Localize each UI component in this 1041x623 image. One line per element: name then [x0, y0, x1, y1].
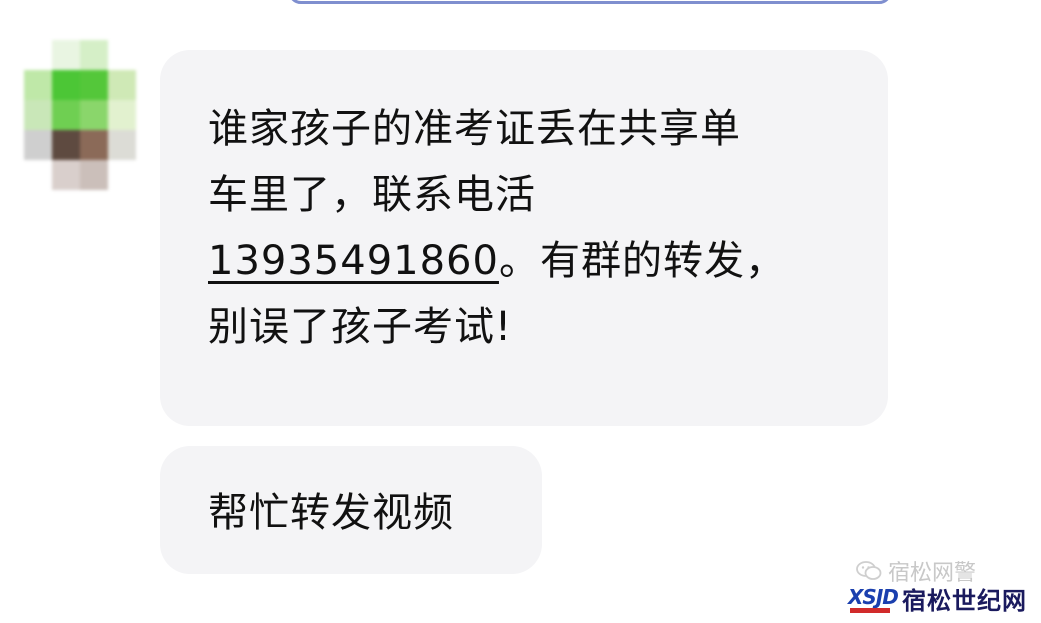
message-line-rest: 。有群的转发， — [498, 238, 786, 284]
avatar-pixel — [80, 40, 108, 70]
avatar-pixel — [52, 130, 80, 160]
wechat-icon — [856, 561, 882, 580]
message-line: 车里了，联系电活 — [208, 172, 536, 218]
avatar-pixel — [80, 100, 108, 130]
avatar[interactable] — [24, 40, 136, 190]
avatar-pixel — [24, 130, 52, 160]
avatar-pixel — [24, 70, 52, 100]
chat-screen: 谁家孩子的准考证丢在共享单 车里了，联系电活 13935491860。有群的转发… — [0, 0, 1041, 623]
message-text: 谁家孩子的准考证丢在共享单 车里了，联系电活 13935491860。有群的转发… — [208, 96, 848, 360]
avatar-pixel — [108, 40, 136, 70]
avatar-pixel — [52, 70, 80, 100]
avatar-pixel — [52, 40, 80, 70]
message-bubble[interactable]: 帮忙转发视频 — [160, 446, 542, 574]
avatar-pixel — [24, 160, 52, 190]
brand-name: 宿松世纪网 — [902, 586, 1027, 615]
avatar-pixel — [108, 160, 136, 190]
previous-message-edge — [288, 0, 892, 4]
avatar-pixel — [52, 100, 80, 130]
xsjd-logo: XSJD — [846, 584, 899, 613]
avatar-pixel — [80, 160, 108, 190]
avatar-pixel — [80, 70, 108, 100]
watermark: 宿松网警 XSJD 宿松世纪网 — [846, 555, 1031, 615]
avatar-pixel — [24, 100, 52, 130]
avatar-pixel — [108, 130, 136, 160]
message-line: 13935491860。有群的转发， — [208, 228, 848, 294]
watermark-brand: XSJD 宿松世纪网 — [846, 581, 1027, 616]
message-line: 别误了孩子考试! — [208, 304, 513, 350]
avatar-pixel — [52, 160, 80, 190]
phone-number-link[interactable]: 13935491860 — [208, 238, 499, 284]
xsjd-logo-text: XSJD — [848, 584, 899, 609]
avatar-pixel — [108, 100, 136, 130]
avatar-pixel — [24, 40, 52, 70]
avatar-pixel — [80, 130, 108, 160]
avatar-pixel — [108, 70, 136, 100]
xsjd-logo-bar — [850, 607, 890, 613]
message-bubble[interactable]: 谁家孩子的准考证丢在共享单 车里了，联系电活 13935491860。有群的转发… — [160, 50, 888, 426]
message-line: 谁家孩子的准考证丢在共享单 — [208, 106, 741, 152]
message-text: 帮忙转发视频 — [208, 490, 454, 536]
